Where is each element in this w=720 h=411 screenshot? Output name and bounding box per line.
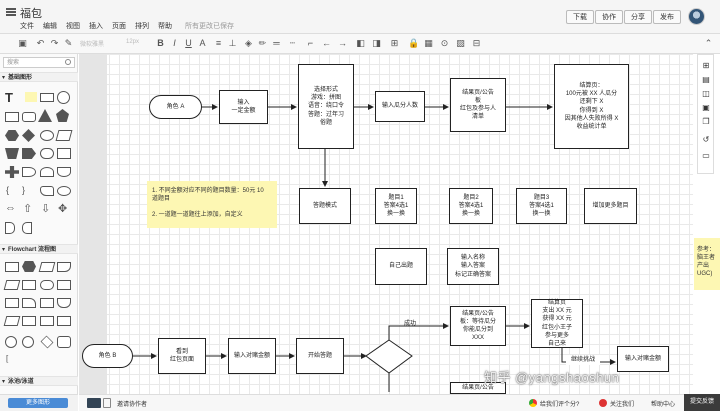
node-role-a[interactable]: 角色 A bbox=[149, 95, 202, 119]
node-question-2[interactable]: 题目2 答案4选1 换一换 bbox=[449, 188, 493, 224]
node-answer-mode[interactable]: 答题模式 bbox=[299, 188, 351, 224]
node-see-red-page[interactable]: 看到 红包页面 bbox=[158, 338, 206, 374]
node-input-bet[interactable]: 输入对赌金额 bbox=[228, 338, 276, 374]
node-question-1[interactable]: 题目1 答案4选1 换一换 bbox=[375, 188, 417, 224]
arrange-panel-icon[interactable]: ▣ bbox=[701, 103, 711, 113]
history-icon[interactable]: ↺ bbox=[701, 135, 711, 145]
comment-icon[interactable]: ▭ bbox=[701, 151, 711, 161]
chrome-icon bbox=[529, 399, 537, 407]
node-settle-page-2[interactable]: 结算页 支出 XX 元 获得 XX 元 红包小王子 参与更多 自己来 bbox=[531, 299, 583, 348]
right-tool-panel: ⊞ ▤ ◫ ▣ ❐ ↺ ▭ bbox=[697, 54, 714, 174]
layers-panel-icon[interactable]: ❐ bbox=[701, 117, 711, 127]
edge-label-success: 成功 bbox=[403, 320, 416, 327]
node-settle-page-1[interactable]: 结算页： 100元被 XX 人瓜分 还剩下 X 你得到 X 因其他人失败所得 X… bbox=[554, 64, 629, 149]
node-role-b[interactable]: 角色 B bbox=[82, 344, 133, 368]
format-panel-icon[interactable]: ⊞ bbox=[701, 61, 711, 71]
node-input-name[interactable]: 输入名称 输入答案 标记正确答案 bbox=[447, 248, 499, 285]
node-choose-form[interactable]: 选择形式 游戏：拼图 语音：绕口令 答题：过年习 俗题 bbox=[298, 64, 354, 149]
help-center-link[interactable]: 帮助中心 bbox=[651, 399, 675, 408]
node-input-people[interactable]: 输入瓜分人数 bbox=[375, 91, 425, 122]
add-collaborator-icon[interactable] bbox=[103, 398, 111, 408]
node-result-page-1[interactable]: 结果页/公告 板 红包及参与人 清单 bbox=[450, 78, 506, 132]
page-panel-icon[interactable]: ▤ bbox=[701, 75, 711, 85]
decision-diamond[interactable] bbox=[365, 339, 413, 374]
edge-label-continue: 继续挑战 bbox=[566, 355, 600, 365]
side-sticky-note[interactable]: 参考： 脑王者 产出 UGC) bbox=[694, 238, 720, 290]
rate-us-link[interactable]: 给我们评个分? bbox=[540, 399, 579, 408]
node-self-made[interactable]: 自己出题 bbox=[375, 248, 427, 285]
submit-feedback-button[interactable]: 提交反馈 bbox=[684, 394, 720, 411]
node-input-bet-2[interactable]: 输入对赌金额 bbox=[617, 346, 669, 372]
node-question-3[interactable]: 题目3 答案4选1 换一换 bbox=[516, 188, 567, 224]
follow-us-link[interactable]: 关注我们 bbox=[610, 399, 634, 408]
invite-collaborator-link[interactable]: 邀请协作者 bbox=[117, 399, 147, 408]
weibo-icon bbox=[599, 399, 607, 407]
style-panel-icon[interactable]: ◫ bbox=[701, 89, 711, 99]
sticky-note[interactable]: 1. 不同金额对应不同的题目数量：50元 10 道题目 2. 一道题一道题往上添… bbox=[147, 181, 277, 228]
node-input-amount[interactable]: 输入 一定金额 bbox=[219, 90, 268, 124]
watermark: 知乎 @yangshaoshun bbox=[484, 370, 620, 385]
bottom-bar: 邀请协作者 给我们评个分? 关注我们 帮助中心 bbox=[79, 394, 720, 411]
node-start-answer[interactable]: 开始答题 bbox=[296, 338, 344, 374]
collaborator-avatar bbox=[87, 398, 101, 408]
node-add-more[interactable]: 增加更多题目 bbox=[584, 188, 637, 224]
node-result-page-2[interactable]: 结果页/公告 板：等待瓜分 你能瓜分到 XXX bbox=[450, 306, 506, 346]
